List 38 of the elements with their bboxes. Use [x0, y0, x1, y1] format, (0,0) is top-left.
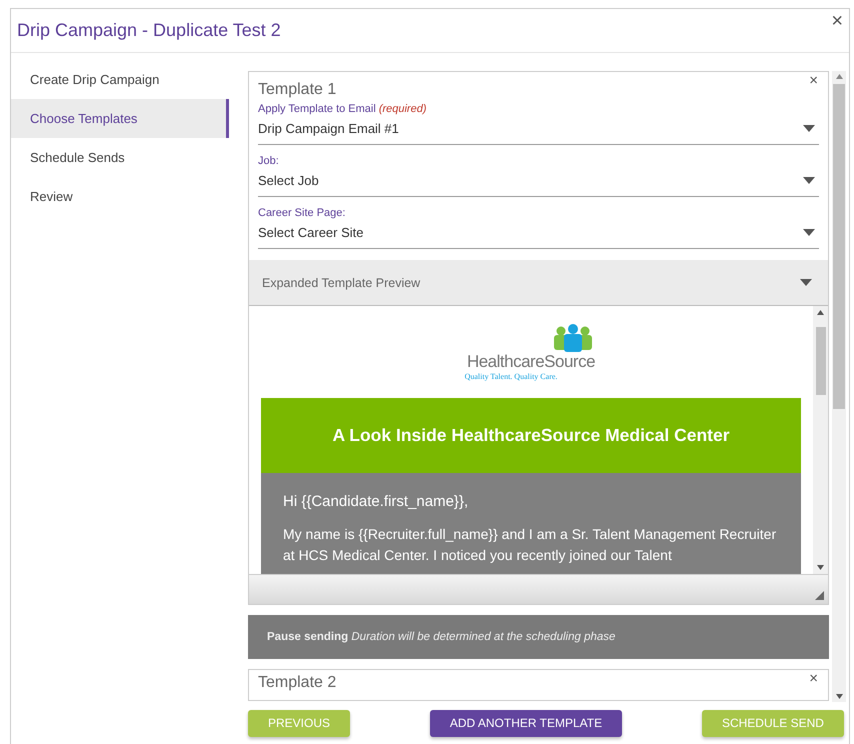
field-label: Career Site Page: — [258, 207, 346, 219]
window-title: Drip Campaign - Duplicate Test 2 — [17, 20, 281, 41]
scrollbar-thumb[interactable] — [816, 327, 826, 395]
sidebar-item[interactable]: Create Drip Campaign — [11, 60, 229, 99]
sidebar-item[interactable]: Review — [11, 177, 229, 216]
select-field[interactable]: Select Job — [258, 173, 819, 197]
logo-name: HealthcareSource — [466, 352, 596, 372]
resize-handle-icon[interactable] — [815, 591, 824, 600]
up-arrow-icon — [817, 310, 824, 315]
caret-icon — [803, 229, 815, 236]
sidebar-item[interactable]: Schedule Sends — [11, 138, 229, 177]
paragraph-text: My name is {{Recruiter.full_name}} and I am a Sr. Talent Management Recruiter at HCS Medical Center. I noticed you recently joined our Talent — [283, 525, 778, 565]
field-label: Job: — [258, 155, 280, 167]
greeting-text: Hi {{Candidate.first_name}}, — [283, 493, 470, 510]
template-title: Template 2 — [258, 673, 336, 693]
scrollbar[interactable] — [832, 71, 846, 702]
down-arrow-icon — [836, 694, 842, 699]
remove-button[interactable]: × — [807, 73, 820, 88]
select-field[interactable]: Drip Campaign Email #1 — [258, 121, 819, 145]
close-button[interactable]: × — [825, 9, 849, 33]
banner-heading: A Look Inside HealthcareSource Medical Center — [332, 425, 730, 446]
pause-text: Pause sending Duration will be determined at the scheduling phase — [267, 631, 616, 643]
scrollbar-thumb[interactable] — [833, 84, 845, 409]
preview-header[interactable]: Expanded Template Preview — [249, 260, 828, 306]
remove-button[interactable]: × — [807, 671, 820, 686]
sidebar-item[interactable]: Choose Templates — [11, 99, 229, 138]
up-arrow-icon — [836, 74, 842, 79]
select-field[interactable]: Select Career Site — [258, 225, 819, 249]
people-logo-icon — [551, 324, 595, 352]
caret-icon — [803, 177, 815, 184]
caret-icon — [803, 125, 815, 132]
down-arrow-icon — [817, 565, 824, 570]
caret-icon — [800, 279, 812, 286]
scrollbar[interactable] — [813, 306, 828, 574]
field-label: Apply Template to Email (required) — [258, 103, 428, 115]
action-button[interactable]: ADD ANOTHER TEMPLATE — [430, 710, 622, 736]
template-title: Template 1 — [258, 80, 336, 100]
logo-tagline: Quality Talent. Quality Care. — [464, 372, 558, 380]
